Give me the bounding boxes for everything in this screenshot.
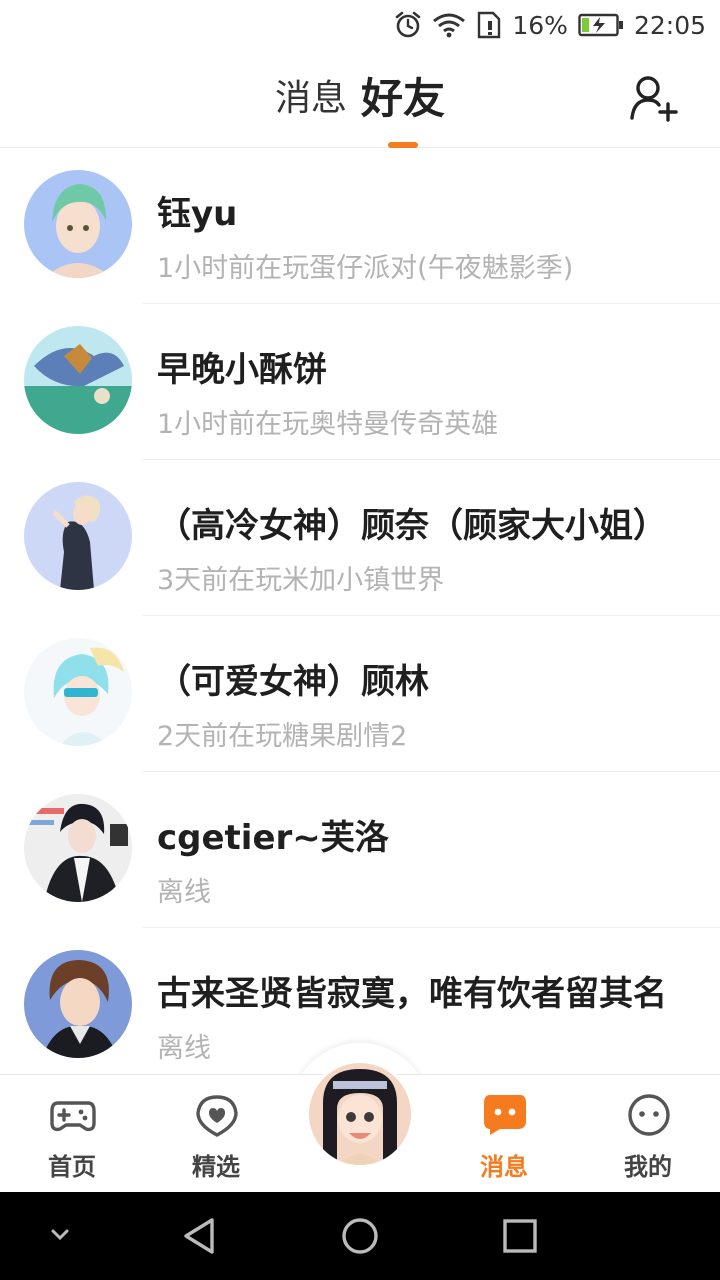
friend-list: 钰yu 1小时前在玩蛋仔派对(午夜魅影季) 早晚小酥饼 1小时前在玩奥特曼传奇英… [0, 148, 720, 1074]
avatar [309, 1063, 411, 1165]
avatar[interactable] [24, 638, 132, 746]
sim-icon [478, 11, 501, 39]
avatar[interactable] [24, 950, 132, 1058]
tab-bar: 消息 好友 [0, 50, 720, 148]
friend-name: （高冷女神）顾奈（顾家大小姐） [157, 506, 667, 546]
nav-home-label: 首页 [48, 1153, 96, 1181]
nav-featured-label: 精选 [192, 1153, 240, 1181]
tab-messages[interactable]: 消息 [275, 50, 347, 148]
tab-friends[interactable]: 好友 [361, 50, 445, 148]
friend-row[interactable]: cgetier~芙洛 离线 [0, 772, 720, 928]
nav-profile-label: 我的 [624, 1153, 672, 1181]
nav-home[interactable]: 首页 [12, 1075, 132, 1193]
clock: 22:05 [633, 10, 706, 40]
nav-messages-label: 消息 [480, 1153, 528, 1181]
home-icon[interactable] [340, 1216, 380, 1256]
friend-status: 3天前在玩米加小镇世界 [157, 565, 445, 596]
tab-friends-label: 好友 [361, 74, 446, 123]
back-icon[interactable] [180, 1216, 220, 1256]
friend-row[interactable]: （高冷女神）顾奈（顾家大小姐） 3天前在玩米加小镇世界 [0, 460, 720, 616]
battery-charging-icon [578, 13, 623, 37]
nav-profile[interactable]: 我的 [588, 1075, 708, 1193]
friend-status: 离线 [157, 877, 211, 908]
friend-status: 1小时前在玩奥特曼传奇英雄 [157, 409, 499, 440]
alarm-icon [396, 11, 421, 38]
friend-row[interactable]: 钰yu 1小时前在玩蛋仔派对(午夜魅影季) [0, 148, 720, 304]
chevron-down-icon[interactable] [48, 1222, 72, 1246]
friend-status: 2天前在玩糖果剧情2 [157, 721, 408, 752]
gamepad-icon [50, 1101, 96, 1132]
wifi-icon [433, 13, 466, 38]
message-icon [484, 1095, 526, 1135]
friend-status: 1小时前在玩蛋仔派对(午夜魅影季) [157, 253, 574, 284]
nav-messages[interactable]: 消息 [444, 1075, 564, 1193]
friend-row[interactable]: （可爱女神）顾林 2天前在玩糖果剧情2 [0, 616, 720, 772]
avatar[interactable] [24, 170, 132, 278]
friend-name: cgetier~芙洛 [157, 818, 389, 858]
avatar[interactable] [24, 326, 132, 434]
battery-percent: 16% [512, 10, 568, 40]
heart-badge-icon [196, 1095, 238, 1137]
avatar[interactable] [24, 794, 132, 902]
center-avatar-button[interactable] [306, 1060, 414, 1168]
face-icon [628, 1094, 670, 1136]
friend-row[interactable]: 早晚小酥饼 1小时前在玩奥特曼传奇英雄 [0, 304, 720, 460]
friend-name: 钰yu [157, 194, 238, 234]
friend-status: 离线 [157, 1033, 211, 1064]
friend-name: 古来圣贤皆寂寞，唯有饮者留其名 [157, 974, 667, 1014]
friend-name: （可爱女神）顾林 [157, 662, 429, 702]
recents-icon[interactable] [500, 1216, 540, 1256]
header: 消息 好友 [0, 50, 720, 148]
nav-featured[interactable]: 精选 [156, 1075, 276, 1193]
status-bar: 16% 22:05 [0, 0, 720, 50]
friend-name: 早晚小酥饼 [157, 350, 327, 390]
avatar[interactable] [24, 482, 132, 590]
system-nav-bar [0, 1192, 720, 1280]
add-user-icon[interactable] [628, 72, 680, 124]
